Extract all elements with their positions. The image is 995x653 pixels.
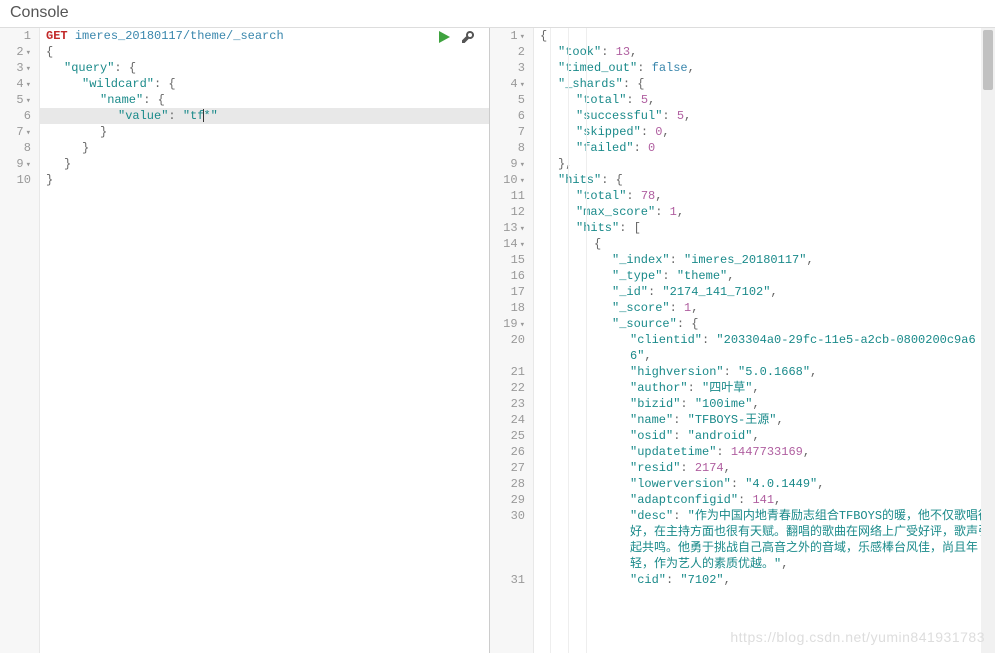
request-toolbar: [437, 30, 475, 44]
console-header: Console: [0, 0, 995, 28]
response-viewer: 1234567891011121314151617181920 21222324…: [490, 28, 995, 653]
response-gutter: 1234567891011121314151617181920 21222324…: [490, 28, 534, 653]
main-split: 12345678910 GET imeres_20180117/theme/_s…: [0, 28, 995, 653]
scroll-thumb[interactable]: [983, 30, 993, 90]
run-button[interactable]: [437, 30, 451, 44]
settings-button[interactable]: [461, 30, 475, 44]
response-code[interactable]: {"took": 13,"timed_out": false,"_shards"…: [534, 28, 995, 588]
request-gutter: 12345678910: [0, 28, 40, 653]
console-title: Console: [10, 4, 69, 21]
request-editor[interactable]: 12345678910 GET imeres_20180117/theme/_s…: [0, 28, 490, 653]
wrench-icon: [461, 30, 475, 44]
play-icon: [437, 30, 451, 44]
request-code[interactable]: GET imeres_20180117/theme/_search{"query…: [40, 28, 489, 188]
response-scrollbar[interactable]: [981, 28, 995, 653]
